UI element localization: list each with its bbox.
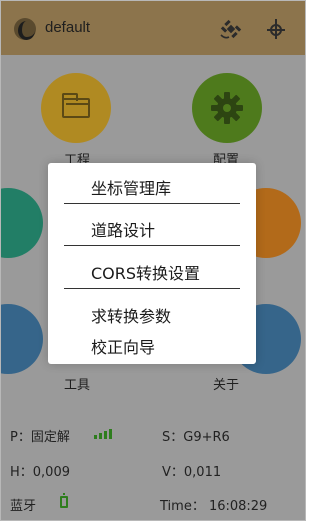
target-icon[interactable] xyxy=(264,17,288,41)
gear-icon xyxy=(211,92,243,124)
settings-popup-menu: 坐标管理库 道路设计 CORS转换设置 求转换参数 校正向导 xyxy=(48,163,256,364)
battery-icon xyxy=(60,493,68,508)
tile-config[interactable] xyxy=(192,73,262,143)
menu-divider xyxy=(64,203,240,204)
menu-calc-params[interactable]: 求转换参数 xyxy=(48,303,256,327)
app-logo-icon xyxy=(14,18,36,40)
project-title: default xyxy=(45,19,91,36)
menu-divider xyxy=(64,245,240,246)
menu-calibration-wizard[interactable]: 校正向导 xyxy=(48,334,256,358)
current-time: Time： 16:08:29 xyxy=(160,499,268,514)
fix-status: P：固定解 xyxy=(10,430,70,445)
menu-cors-settings[interactable]: CORS转换设置 xyxy=(48,260,256,284)
menu-coordinate-library[interactable]: 坐标管理库 xyxy=(48,175,256,199)
satellite-icon[interactable] xyxy=(219,17,243,41)
bluetooth-label: 蓝牙 xyxy=(10,499,37,514)
tile-about-label: 关于 xyxy=(213,378,240,393)
folder-icon xyxy=(62,93,90,118)
signal-strength-icon xyxy=(94,429,112,439)
app-header: default xyxy=(1,1,305,55)
menu-divider xyxy=(64,288,240,289)
tile-tools[interactable] xyxy=(1,304,43,374)
vertical-error: V：0,011 xyxy=(162,465,222,480)
horizontal-error: H：0,009 xyxy=(10,465,70,480)
tile-project[interactable] xyxy=(41,73,111,143)
app-screen: default 工程 配置 工具 关于 P：固定解 S：G9+R6 H：0,00… xyxy=(0,0,306,521)
menu-road-design[interactable]: 道路设计 xyxy=(48,217,256,241)
tile-partial-left[interactable] xyxy=(1,188,43,258)
satellite-count: S：G9+R6 xyxy=(162,430,230,445)
tile-tools-label: 工具 xyxy=(64,378,91,393)
